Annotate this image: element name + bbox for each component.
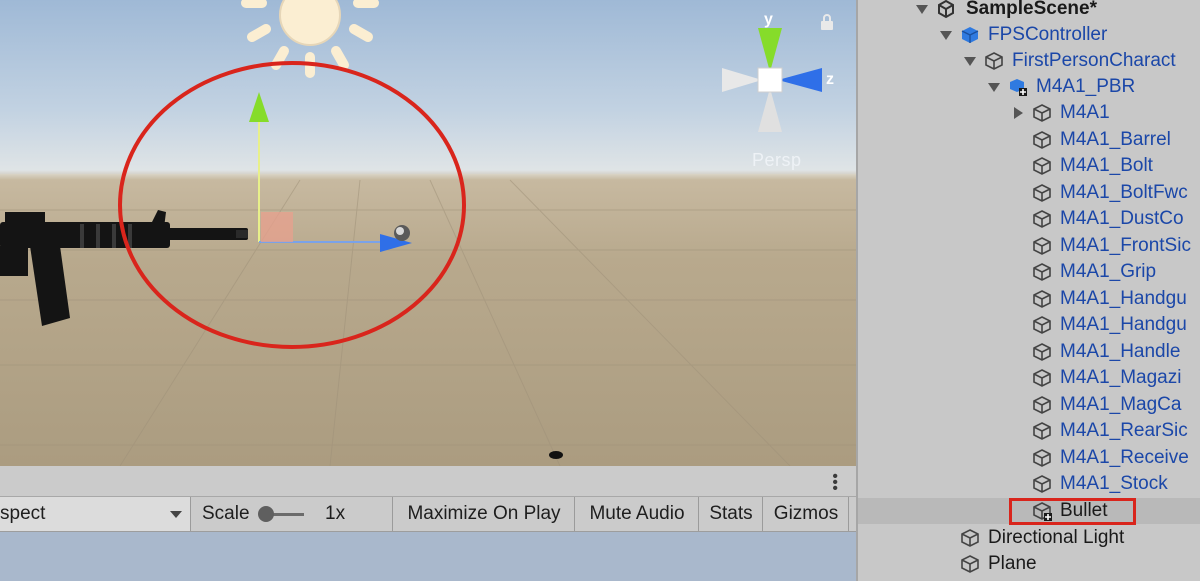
hierarchy-scene-row[interactable]: SampleScene* <box>858 0 1200 22</box>
gameobject-cube-icon <box>1033 263 1051 281</box>
gameobject-cube-icon <box>1033 396 1051 414</box>
item-label: M4A1 <box>1060 102 1110 123</box>
gameobject-cube-icon <box>1033 422 1051 440</box>
hierarchy-item[interactable]: M4A1_Stock <box>858 471 1200 497</box>
item-label: M4A1_Handgu <box>1060 314 1187 335</box>
expand-arrow-icon[interactable] <box>916 5 928 14</box>
gameobject-cube-icon <box>1033 475 1051 493</box>
gameobject-cube-icon <box>1033 316 1051 334</box>
hierarchy-item-fpscontroller[interactable]: FPSController <box>858 22 1200 48</box>
scene-name: SampleScene* <box>966 0 1097 19</box>
maximize-on-play-button[interactable]: Maximize On Play <box>394 497 575 531</box>
scale-slider-knob[interactable] <box>258 506 274 522</box>
hierarchy-item[interactable]: M4A1_Handgu <box>858 286 1200 312</box>
collapsed-arrow-icon[interactable] <box>1014 107 1023 119</box>
item-label: M4A1_FrontSic <box>1060 235 1191 256</box>
hierarchy-item-directional-light[interactable]: Directional Light <box>858 525 1200 551</box>
game-view: • • • spect Scale 1x Maximize On Play Mute… <box>0 466 856 581</box>
unity-scene-icon <box>938 0 954 19</box>
item-label: M4A1_Handle <box>1060 341 1181 362</box>
shadow-blob <box>549 451 563 459</box>
aspect-label: spect <box>0 503 46 524</box>
dropdown-caret-icon <box>170 511 182 518</box>
expand-arrow-icon[interactable] <box>940 31 952 40</box>
gameobject-cube-icon <box>1033 449 1051 467</box>
scale-label: Scale <box>202 503 250 524</box>
item-label: M4A1_Grip <box>1060 261 1157 282</box>
item-label: M4A1_Receive <box>1060 447 1189 468</box>
projection-label[interactable]: Persp <box>752 150 802 171</box>
gameobject-cube-icon <box>961 529 979 547</box>
hierarchy-item[interactable]: M4A1_Receive <box>858 445 1200 471</box>
hierarchy-item-m4a1-pbr[interactable]: M4A1_PBR <box>858 74 1200 100</box>
gameobject-cube-icon <box>1033 210 1051 228</box>
hierarchy-item[interactable]: M4A1_Barrel <box>858 127 1200 153</box>
item-label: Plane <box>988 553 1037 574</box>
scene-overlay: y z <box>0 0 856 466</box>
item-label: M4A1_Handgu <box>1060 288 1187 309</box>
orientation-gizmo: y z <box>722 11 834 132</box>
hierarchy-item[interactable]: M4A1_RearSic <box>858 418 1200 444</box>
expand-arrow-icon[interactable] <box>964 57 976 66</box>
gameobject-cube-icon <box>1033 131 1051 149</box>
scale-value: 1x <box>325 503 346 524</box>
gizmo-z-label: z <box>826 71 834 88</box>
item-label: M4A1_MagCa <box>1060 394 1182 415</box>
gameobject-cube-icon <box>985 52 1003 70</box>
hierarchy-panel: SampleScene* ••• › FPSController FirstPe… <box>856 0 1200 581</box>
game-view-canvas <box>0 532 856 581</box>
gameobject-cube-icon <box>1033 184 1051 202</box>
gizmos-button[interactable]: Gizmos <box>764 497 849 531</box>
gameobject-cube-icon <box>1033 104 1051 122</box>
hierarchy-item[interactable]: M4A1_DustCo <box>858 206 1200 232</box>
item-label: FPSController <box>988 24 1108 45</box>
scale-control: Scale 1x <box>192 497 393 531</box>
hierarchy-item[interactable]: M4A1_FrontSic <box>858 233 1200 259</box>
hierarchy-item[interactable]: M4A1_Bolt <box>858 153 1200 179</box>
hierarchy-item[interactable]: M4A1_Handgu <box>858 312 1200 338</box>
game-toolbar: spect Scale 1x Maximize On Play Mute Aud… <box>0 497 856 532</box>
scene-view[interactable]: y z Persp <box>0 0 856 466</box>
kebab-menu-icon[interactable]: • • • <box>832 469 838 497</box>
lock-icon[interactable] <box>820 14 834 30</box>
hierarchy-item[interactable]: M4A1_Grip <box>858 259 1200 285</box>
hierarchy-item-m4a1[interactable]: M4A1 <box>858 100 1200 126</box>
model-prefab-icon <box>1010 79 1027 96</box>
hierarchy-item[interactable]: M4A1_MagCa <box>858 392 1200 418</box>
aspect-dropdown[interactable]: spect <box>0 497 191 531</box>
mute-audio-button[interactable]: Mute Audio <box>576 497 699 531</box>
gameobject-cube-icon <box>1033 157 1051 175</box>
gameobject-cube-icon <box>961 555 979 573</box>
item-label: Directional Light <box>988 527 1125 548</box>
gizmo-y-label: y <box>764 11 773 28</box>
item-label: M4A1_Barrel <box>1060 129 1171 150</box>
item-label: M4A1_BoltFwc <box>1060 182 1188 203</box>
item-label: M4A1_Stock <box>1060 473 1168 494</box>
gameobject-cube-icon <box>1033 237 1051 255</box>
expand-arrow-icon[interactable] <box>988 83 1000 92</box>
move-gizmo <box>249 92 412 252</box>
item-label: M4A1_Magazi <box>1060 367 1182 388</box>
hierarchy-item[interactable]: M4A1_Handle <box>858 339 1200 365</box>
stats-button[interactable]: Stats <box>700 497 763 531</box>
hierarchy-item-firstpersoncharacter[interactable]: FirstPersonCharact <box>858 48 1200 74</box>
hierarchy-item[interactable]: M4A1_BoltFwc <box>858 180 1200 206</box>
game-tab-bar: • • • <box>0 466 856 497</box>
item-label: M4A1_PBR <box>1036 76 1136 97</box>
hierarchy-item[interactable]: M4A1_Magazi <box>858 365 1200 391</box>
item-label: M4A1_DustCo <box>1060 208 1184 229</box>
item-label: M4A1_RearSic <box>1060 420 1188 441</box>
highlight-box <box>1009 498 1136 525</box>
highlight-circle <box>118 61 466 349</box>
gameobject-cube-icon <box>1033 343 1051 361</box>
gameobject-cube-icon <box>1033 369 1051 387</box>
prefab-cube-icon <box>961 27 979 43</box>
hierarchy-item-plane[interactable]: Plane <box>858 551 1200 577</box>
item-label: M4A1_Bolt <box>1060 155 1153 176</box>
gameobject-cube-icon <box>1033 290 1051 308</box>
item-label: FirstPersonCharact <box>1012 50 1176 71</box>
